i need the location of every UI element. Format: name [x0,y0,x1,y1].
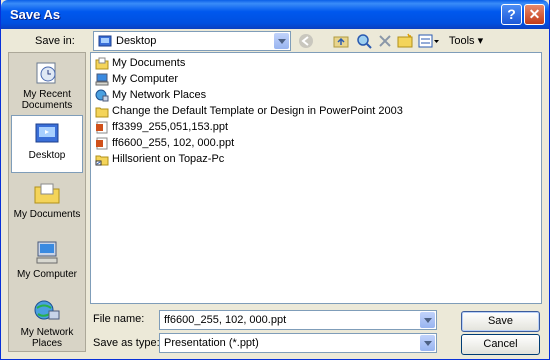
file-name-input[interactable]: ff6600_255, 102, 000.ppt [159,310,437,330]
place-my-computer[interactable]: My Computer [11,235,83,293]
title-bar[interactable]: Save As ? ✕ [1,0,549,29]
list-item[interactable]: My Documents [95,55,185,71]
back-icon[interactable] [298,33,314,49]
save-in-label: Save in: [35,35,75,47]
place-my-network-places[interactable]: My Network Places [11,293,83,351]
recent-documents-icon [36,62,56,84]
place-my-documents[interactable]: My Documents [11,175,83,233]
chevron-down-icon[interactable] [420,312,435,328]
file-name: My Documents [112,57,186,69]
places-bar: My Recent Documents Desktop My Documents… [8,52,86,352]
file-name: ff6600_255, 102, 000.ppt [112,137,235,149]
desktop-icon [35,123,59,143]
place-label: Desktop [28,150,66,161]
network-places-icon [34,300,60,320]
file-name: My Computer [112,73,179,85]
chevron-down-icon[interactable] [274,33,289,49]
new-folder-icon[interactable] [397,33,413,49]
place-label: My Computer [16,269,77,280]
place-label: My Documents [13,209,81,220]
save-in-value: Desktop [116,35,157,47]
delete-icon[interactable] [377,33,393,49]
file-name: My Network Places [112,89,207,101]
my-documents-icon [95,57,109,70]
my-computer-icon [36,241,58,264]
file-name-value: ff6600_255, 102, 000.ppt [164,314,287,326]
place-label: My Recent Documents [21,89,73,111]
save-as-dialog: Save As ? ✕ Save in: Desktop Tools ▾ My … [0,0,550,360]
help-button[interactable]: ? [501,4,522,25]
list-item[interactable]: ff3399_255,051,153.ppt [95,119,228,135]
list-item[interactable]: Change the Default Template or Design in… [95,103,403,119]
up-folder-icon[interactable] [333,33,349,49]
list-item[interactable]: My Network Places [95,87,206,103]
save-as-type-value: Presentation (*.ppt) [164,337,259,349]
save-as-type-dropdown[interactable]: Presentation (*.ppt) [159,333,437,353]
file-list[interactable]: My Documents My Computer My Network Plac… [90,52,542,304]
network-places-icon [95,89,109,102]
ppt-file-icon [96,121,108,134]
file-name-label: File name: [93,313,145,325]
place-my-recent-documents[interactable]: My Recent Documents [11,55,83,113]
cancel-button[interactable]: Cancel [461,334,540,355]
shortcut-icon [95,155,109,166]
save-as-type-label: Save as type: [93,337,160,349]
place-desktop[interactable]: Desktop [11,115,83,173]
close-button[interactable]: ✕ [524,4,545,25]
place-label: My Network Places [20,327,74,349]
ppt-file-icon [96,137,108,150]
my-computer-icon [95,73,109,86]
views-icon[interactable] [418,33,440,49]
chevron-down-icon[interactable] [420,335,435,351]
dialog-title: Save As [10,7,61,22]
save-button[interactable]: Save [461,311,540,332]
folder-icon [95,107,109,118]
file-name: Change the Default Template or Design in… [112,105,403,117]
file-name: ff3399_255,051,153.ppt [112,121,229,133]
tools-menu[interactable]: Tools ▾ [447,31,485,51]
list-item[interactable]: ff6600_255, 102, 000.ppt [95,135,234,151]
file-name: Hillsorient on Topaz-Pc [112,153,225,165]
save-in-dropdown[interactable]: Desktop [93,31,291,51]
desktop-icon [98,35,112,47]
my-documents-icon [34,183,60,204]
tools-label: Tools [448,35,475,47]
list-item[interactable]: Hillsorient on Topaz-Pc [95,151,224,167]
list-item[interactable]: My Computer [95,71,178,87]
search-web-icon[interactable] [356,33,372,49]
